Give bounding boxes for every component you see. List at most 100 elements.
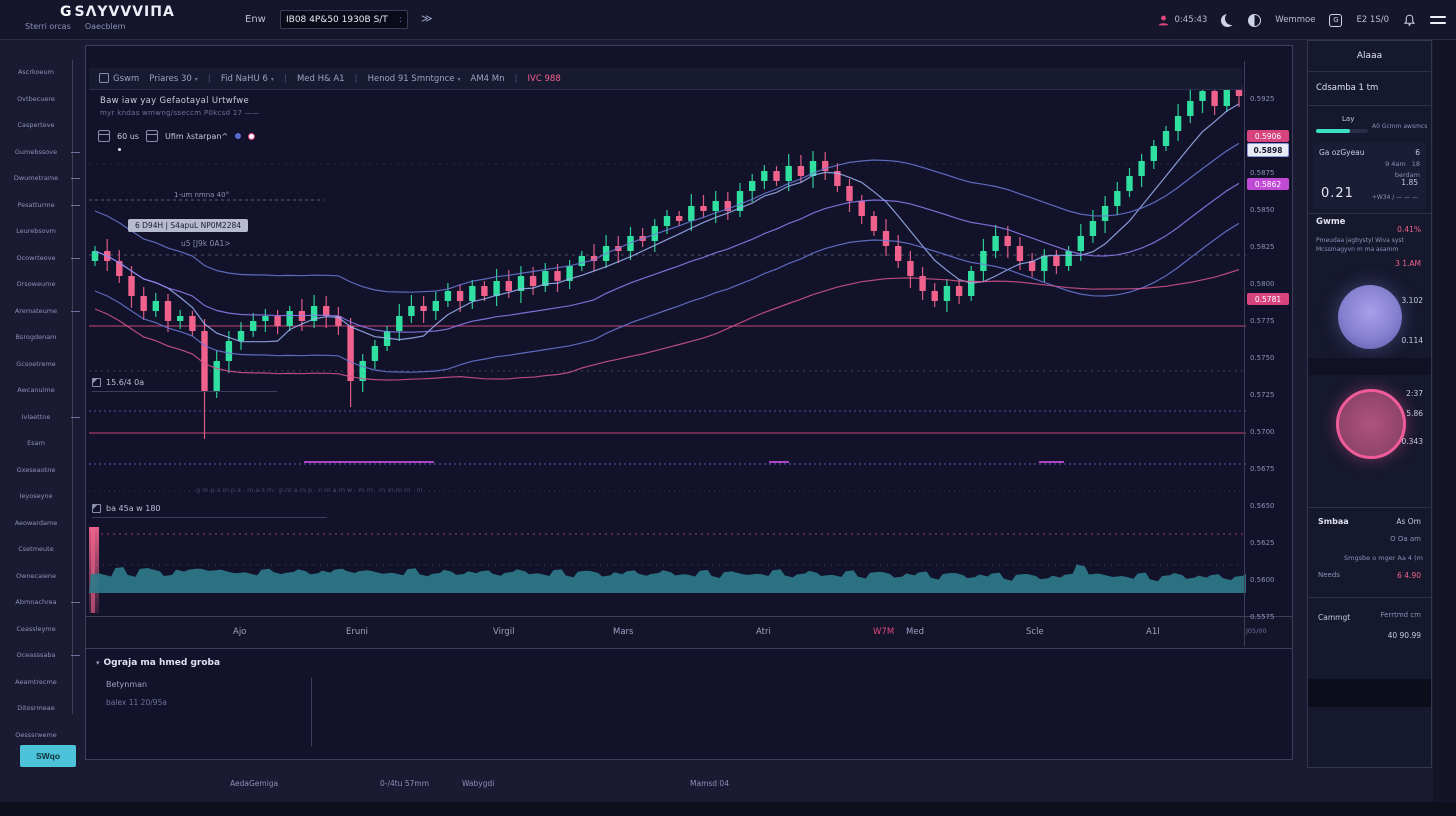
toolbar-item[interactable]: Med H& A1: [297, 74, 345, 84]
bottom-panel-divider: [311, 678, 312, 746]
right-sidebar: Alaaa Cdsamba 1 tm Lay A0 Gcmm awsmcs Ga…: [1307, 40, 1432, 768]
moon-icon[interactable]: [1221, 14, 1234, 27]
sidebar-stat-card[interactable]: Ga ozGyeau 6 9 4am 18 berdam 0.21 1.85 +…: [1313, 143, 1426, 209]
level-chip-1[interactable]: 15.6/4 0a: [92, 378, 277, 392]
pink-ring-gauge[interactable]: [1336, 389, 1406, 459]
rail-item[interactable]: Ocowrteove: [0, 254, 72, 263]
rail-item[interactable]: Pesatturme: [0, 201, 72, 210]
toolbar-item[interactable]: AM4 Mn: [471, 74, 505, 84]
bottom-panel-header[interactable]: ▾Ograja ma hmed groba: [96, 658, 220, 668]
session-time-text: 0:45:43: [1175, 15, 1208, 25]
purple-gauge[interactable]: [1338, 285, 1402, 349]
top-nav: Sterri orcas Oaecblem: [25, 22, 125, 31]
watch-label[interactable]: Wemmoe: [1275, 15, 1315, 25]
rail-item[interactable]: Oesssrweme: [0, 731, 72, 740]
rail-item[interactable]: Orsoweume: [0, 280, 72, 289]
symbol-search-input[interactable]: IB08 4P&50 1930B S/T :: [280, 10, 408, 29]
rail-item[interactable]: Dwumetrame: [0, 174, 72, 183]
orders-pink-value: 6 4.90: [1397, 571, 1421, 580]
level-chip-2[interactable]: ba 45a w 180: [92, 504, 327, 518]
rail-item[interactable]: Aeamtrecme: [0, 678, 72, 687]
app-logo[interactable]: GSΛYVVVIΠA: [60, 4, 175, 20]
divider: [1308, 213, 1431, 214]
rail-item[interactable]: Aremateume: [0, 307, 72, 316]
footer-link[interactable]: 0-/4tu 57mm: [380, 779, 429, 788]
footer-link[interactable]: AedaGemiga: [230, 779, 278, 788]
sidebar-footer-slot[interactable]: [1308, 679, 1431, 707]
rail-item[interactable]: Gumebssove: [0, 148, 72, 157]
rail-item[interactable]: Ceassleyme: [0, 625, 72, 634]
toolbar-item[interactable]: Henod 91 Smntgnce▾: [368, 74, 461, 84]
footer-link[interactable]: Wabygdi: [462, 779, 494, 788]
price-axis-label: 0.5625: [1250, 539, 1275, 547]
orders-section-title: Smbaa: [1318, 517, 1349, 526]
rail-item[interactable]: Ieyoseyne: [0, 492, 72, 501]
price-axis-label: 0.5925: [1250, 95, 1275, 103]
caret-down-icon: ▾: [195, 76, 198, 83]
toolbar-item[interactable]: Priares 30▾: [149, 74, 198, 84]
right-edge-gutter: [1433, 40, 1456, 802]
toolbar-item[interactable]: IVC 988: [528, 74, 561, 84]
time-axis-label[interactable]: Med: [906, 627, 924, 637]
rail-item[interactable]: Esam: [0, 439, 72, 448]
series-dot-white-icon: [248, 133, 255, 140]
rail-item[interactable]: Ownecaiene: [0, 572, 72, 581]
rail-item[interactable]: Ascrkoeum: [0, 68, 72, 77]
indicator-icon-1[interactable]: [98, 130, 110, 142]
time-axis-label[interactable]: Eruni: [346, 627, 368, 637]
toolbar-item[interactable]: Gswm: [99, 73, 139, 84]
rail-item[interactable]: Bsrogdenam: [0, 333, 72, 342]
indicator-icon-2[interactable]: [146, 130, 158, 142]
pink-gauge-value-3: 0.343: [1402, 437, 1423, 446]
price-axis[interactable]: 0.59250.59000.58750.58500.58250.58000.57…: [1244, 61, 1292, 646]
user-icon[interactable]: [1157, 14, 1170, 27]
rail-item[interactable]: Csetmeute: [0, 545, 72, 554]
candlestick-chart[interactable]: [89, 61, 1246, 613]
chart-tooltip: 6 D94H | S4apuL NP0M2284: [128, 219, 248, 232]
summary-right-label: Ferrtmd cm: [1381, 611, 1421, 619]
pink-gauge-value-1: 2:37: [1406, 389, 1423, 398]
rail-item[interactable]: Ditosrmeae: [0, 704, 72, 713]
rail-item[interactable]: Awcanuime: [0, 386, 72, 395]
toolbar-divider: |: [355, 74, 358, 84]
rail-item[interactable]: Leurebsovm: [0, 227, 72, 236]
time-axis-label[interactable]: Virgil: [493, 627, 514, 637]
rail-item[interactable]: Ivlaettne: [0, 413, 72, 422]
time-axis-label[interactable]: Mars: [613, 627, 633, 637]
theme-contrast-icon[interactable]: [1248, 14, 1261, 27]
expand-chevrons-icon[interactable]: ≫: [421, 12, 433, 25]
time-axis-label[interactable]: W7M: [873, 627, 894, 637]
divider: [1308, 71, 1431, 72]
hamburger-menu-icon[interactable]: [1430, 16, 1446, 24]
badge-icon[interactable]: G: [1329, 14, 1342, 27]
nav-link-2[interactable]: Oaecblem: [85, 22, 126, 31]
sidebar-subtitle[interactable]: Cdsamba 1 tm: [1316, 83, 1378, 93]
rail-item[interactable]: Gcsoetreme: [0, 360, 72, 369]
rail-divider: [72, 60, 73, 714]
rail-action-button[interactable]: SWqo: [20, 745, 76, 767]
bottom-panel-sub2: balex 11 20/95a: [106, 698, 167, 707]
kebab-menu-icon[interactable]: :: [399, 15, 402, 25]
nav-link-1[interactable]: Sterri orcas: [25, 22, 71, 31]
price-axis-label: 0.5750: [1250, 354, 1275, 362]
price-axis-label: 0.5725: [1250, 391, 1275, 399]
indicator-label-2: Ufim λstarpan^: [165, 132, 228, 141]
orders-row3: Smgsbe o mger Aa 4 (m: [1322, 554, 1423, 562]
footer-link[interactable]: Mamsd 04: [690, 779, 729, 788]
logo-text: SΛYVVVIΠA: [75, 4, 175, 20]
rail-item[interactable]: Abmnachrea: [0, 598, 72, 607]
time-axis[interactable]: AjoEruniVirgilMarsAtriW7MMedScleA1lJ05/0…: [86, 616, 1292, 649]
symbol-search-label: Enw: [245, 14, 266, 25]
bell-icon[interactable]: [1403, 13, 1416, 27]
rail-item[interactable]: Ovtbecuere: [0, 95, 72, 104]
gauges-desc: Pmeudaa jagbystyl Wiva syst Mcssmagyvn m…: [1316, 237, 1423, 254]
rail-item[interactable]: Gxeseaotne: [0, 466, 72, 475]
rail-item[interactable]: Aeowardame: [0, 519, 72, 528]
toolbar-item[interactable]: Fid NaHU 6▾: [221, 74, 274, 84]
time-axis-label[interactable]: Ajo: [233, 627, 246, 637]
time-axis-label[interactable]: Atri: [756, 627, 771, 637]
time-axis-label[interactable]: Scle: [1026, 627, 1044, 637]
rail-item[interactable]: Oceasssaba: [0, 651, 72, 660]
rail-item[interactable]: Casperteve: [0, 121, 72, 130]
time-axis-label[interactable]: A1l: [1146, 627, 1160, 637]
